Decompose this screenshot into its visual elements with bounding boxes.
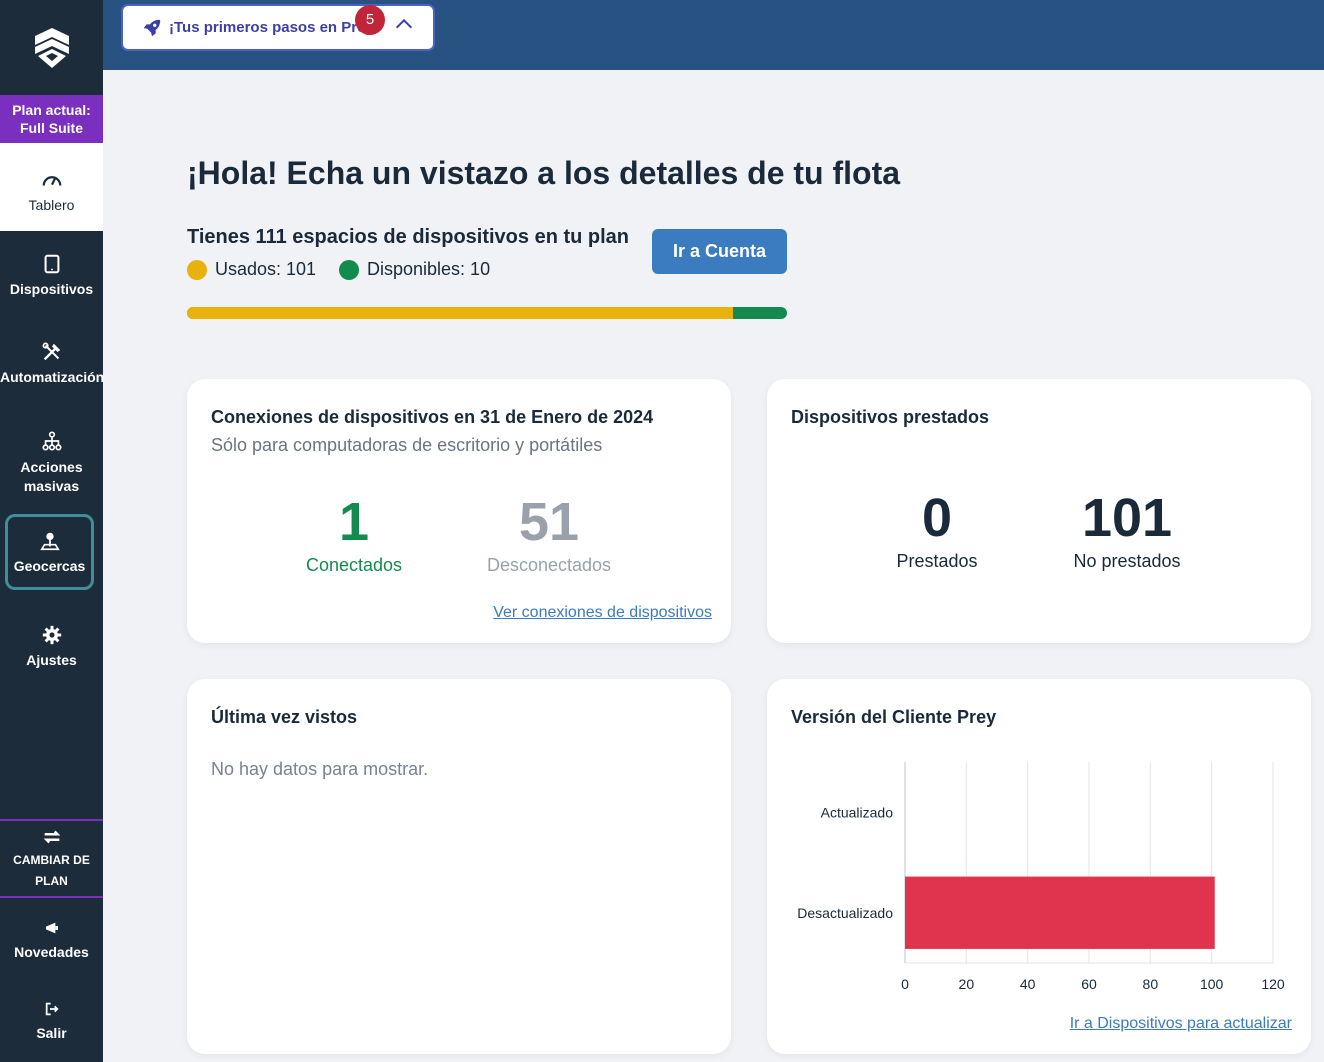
chart-x-tick-label: 60 xyxy=(1081,976,1097,992)
plan-spaces-text: Tienes 111 espacios de dispositivos en t… xyxy=(187,226,630,248)
usage-progress-used xyxy=(187,307,733,319)
nav-dispositivos[interactable]: Dispositivos xyxy=(0,253,103,297)
available-label: Disponibles: 10 xyxy=(367,259,491,279)
chart-x-tick-label: 120 xyxy=(1261,976,1285,992)
prey-logo[interactable] xyxy=(0,0,103,95)
nav-automatizacion[interactable]: Automatización xyxy=(0,341,105,385)
last-seen-title: Última vez vistos xyxy=(211,707,358,727)
plan-label: Plan actual: xyxy=(12,102,91,118)
go-devices-update-link[interactable]: Ir a Dispositivos para actualizar xyxy=(1070,1015,1292,1033)
nav-salir-label: Salir xyxy=(36,1025,67,1041)
usage-progress-bar xyxy=(187,307,787,319)
loaned-count: 0 xyxy=(921,488,953,548)
nav-salir[interactable]: Salir xyxy=(0,1001,103,1041)
nav-acciones-label-2: masivas xyxy=(23,478,80,494)
last-seen-empty-text: No hay datos para mostrar. xyxy=(211,759,429,779)
change-plan-button[interactable]: CAMBIAR DE PLAN xyxy=(0,826,103,892)
tablet-icon xyxy=(44,254,59,274)
view-connections-link[interactable]: Ver conexiones de dispositivos xyxy=(493,604,712,622)
used-label: Usados: 101 xyxy=(215,259,317,279)
chart-x-tick-label: 20 xyxy=(959,976,975,992)
nav-dispositivos-label: Dispositivos xyxy=(9,281,94,297)
chart-x-tick-label: 0 xyxy=(901,976,909,992)
chart-x-tick-label: 100 xyxy=(1200,976,1224,992)
change-plan-label-2: PLAN xyxy=(35,874,68,888)
switch-arrows-icon xyxy=(43,830,60,844)
connected-label: Conectados xyxy=(305,555,403,575)
sidebar: Plan actual: Full Suite Tablero Disposit… xyxy=(0,0,105,1062)
client-version-chart: 0 20 40 60 80 100 120 Actualizado Desactualizado xyxy=(797,762,1285,992)
map-pin-icon xyxy=(39,532,60,551)
available-legend: Disponibles: 10 xyxy=(339,259,490,280)
change-plan-label-1: CAMBIAR DE xyxy=(13,853,90,867)
nav-geocercas[interactable]: Geocercas xyxy=(5,514,94,590)
chart-category-label: Desactualizado xyxy=(797,905,893,921)
loaned-devices-card: Dispositivos prestados 0 Prestados 101 N… xyxy=(767,379,1311,643)
sidebar-divider xyxy=(0,896,103,898)
nav-tablero-label: Tablero xyxy=(28,197,75,213)
chart-x-tick-label: 40 xyxy=(1020,976,1036,992)
client-version-card: Versión del Cliente Prey 0 20 40 60 80 100 120… xyxy=(767,679,1311,1054)
nav-novedades-label: Novedades xyxy=(14,944,89,960)
last-seen-card: Última vez vistos No hay datos para most… xyxy=(187,679,731,1054)
connections-subtitle: Sólo para computadoras de escritorio y p… xyxy=(211,435,603,455)
nav-acciones-label-1: Acciones xyxy=(20,459,83,475)
chart-bar xyxy=(905,876,1215,949)
loaned-title: Dispositivos prestados xyxy=(791,407,990,427)
nav-tablero[interactable]: Tablero xyxy=(0,143,103,231)
not-loaned-label: No prestados xyxy=(1073,551,1181,571)
nav-automatizacion-label: Automatización xyxy=(0,369,105,385)
nav-acciones-masivas[interactable]: Acciones masivas xyxy=(0,430,103,496)
prey-logo-icon xyxy=(34,27,69,68)
logout-icon xyxy=(45,1002,59,1016)
megaphone-icon xyxy=(45,922,58,934)
connected-count: 1 xyxy=(338,492,370,552)
page-title: ¡Hola! Echa un vistazo a los detalles de… xyxy=(187,155,901,191)
nav-ajustes-label: Ajustes xyxy=(26,652,77,668)
go-account-button[interactable]: Ir a Cuenta xyxy=(652,229,787,274)
chevron-up-icon[interactable] xyxy=(393,13,415,35)
first-steps-label: ¡Tus primeros pasos en Prey! xyxy=(169,19,379,36)
chart-category-label: Actualizado xyxy=(821,804,894,820)
first-steps-count-badge: 5 xyxy=(355,5,385,35)
hierarchy-icon xyxy=(41,431,62,451)
connections-title: Conexiones de dispositivos en 31 de Ener… xyxy=(211,407,654,427)
disconnected-count: 51 xyxy=(518,492,580,552)
rocket-icon xyxy=(143,19,161,36)
tools-icon xyxy=(42,342,60,361)
current-plan-badge: Plan actual: Full Suite xyxy=(0,95,103,143)
plan-name: Full Suite xyxy=(20,120,83,136)
sidebar-divider xyxy=(0,819,103,821)
loaned-label: Prestados xyxy=(896,551,978,571)
nav-novedades[interactable]: Novedades xyxy=(0,920,103,960)
used-dot xyxy=(187,259,207,280)
gauge-icon xyxy=(42,176,61,186)
nav-ajustes[interactable]: Ajustes xyxy=(0,624,103,668)
gear-icon xyxy=(42,625,61,645)
first-steps-button[interactable]: ¡Tus primeros pasos en Prey! xyxy=(121,4,435,51)
nav-geocercas-label: Geocercas xyxy=(13,558,86,574)
available-dot xyxy=(339,259,359,280)
used-legend: Usados: 101 xyxy=(187,259,316,280)
chart-x-tick-label: 80 xyxy=(1143,976,1159,992)
connections-card: Conexiones de dispositivos en 31 de Ener… xyxy=(187,379,731,643)
disconnected-label: Desconectados xyxy=(486,555,612,575)
not-loaned-count: 101 xyxy=(1081,488,1173,548)
